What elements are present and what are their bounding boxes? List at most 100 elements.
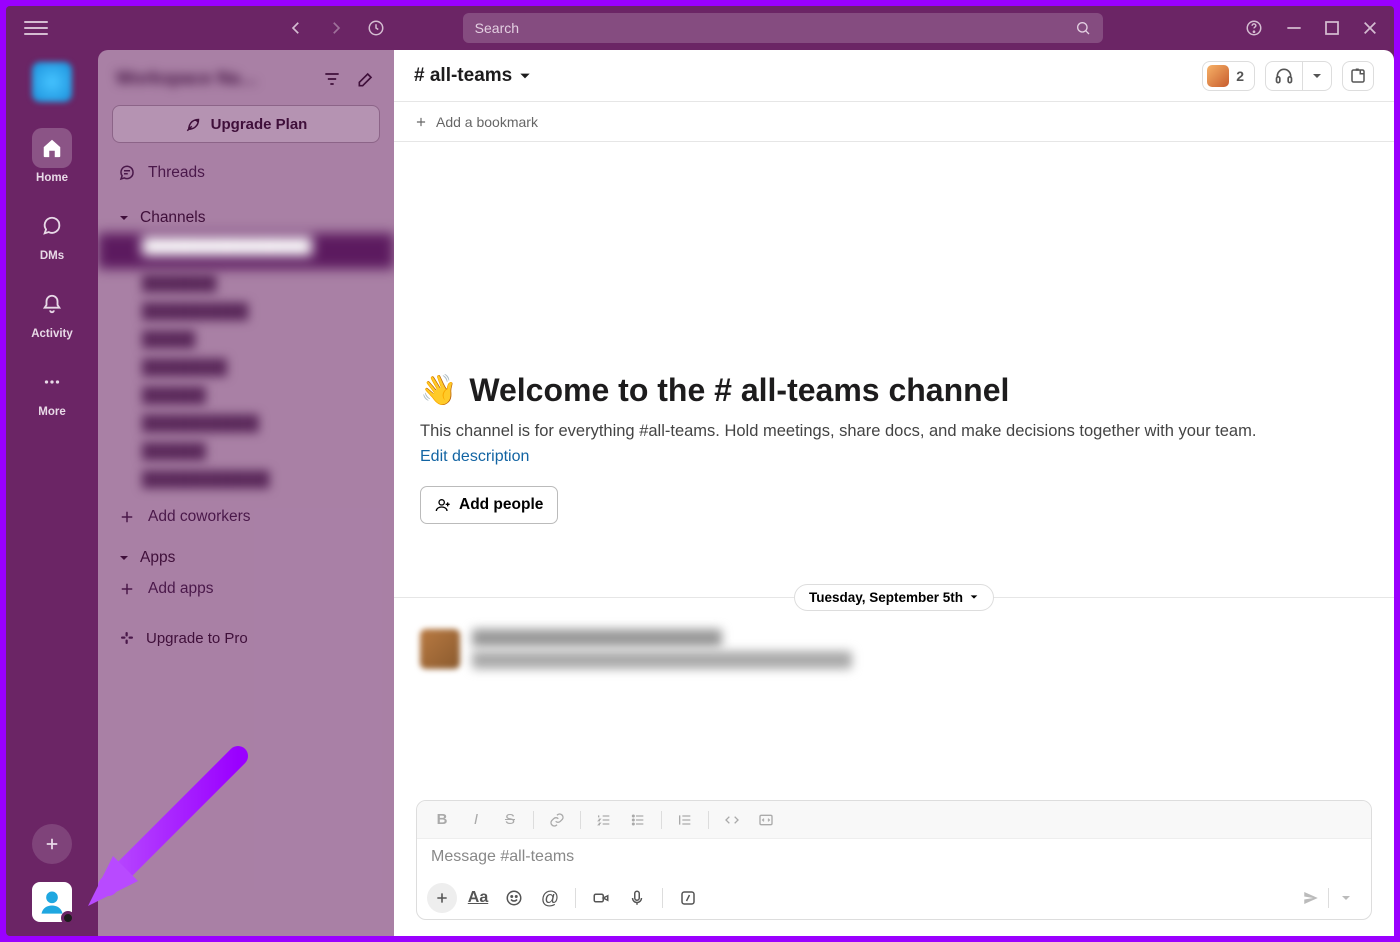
presence-indicator [61, 911, 75, 925]
channel-item[interactable]: ███████ [98, 269, 394, 297]
shortcuts-button[interactable] [673, 883, 703, 913]
window-close-button[interactable] [1362, 20, 1378, 36]
upgrade-plan-button[interactable]: Upgrade Plan [112, 105, 380, 143]
date-jump-button[interactable]: Tuesday, September 5th [794, 584, 994, 611]
channel-item[interactable]: ██████ [98, 437, 394, 465]
audio-button[interactable] [622, 883, 652, 913]
attach-button[interactable] [427, 883, 457, 913]
filter-icon[interactable] [322, 69, 342, 89]
rail-home[interactable]: Home [6, 120, 98, 192]
help-button[interactable] [1240, 14, 1268, 42]
chevron-down-icon [1311, 70, 1323, 82]
canvas-icon [1349, 67, 1367, 85]
channels-section-toggle[interactable]: Channels [98, 203, 394, 233]
main-menu-button[interactable] [24, 16, 48, 40]
edit-description-link[interactable]: Edit description [420, 448, 529, 466]
add-bookmark-button[interactable]: Add a bookmark [394, 102, 1394, 142]
huddle-button[interactable] [1265, 61, 1332, 91]
user-avatar-button[interactable] [32, 882, 72, 922]
date-label: Tuesday, September 5th [809, 590, 963, 605]
headphones-icon [1274, 66, 1294, 86]
codeblock-button[interactable] [751, 806, 781, 834]
welcome-block: 👋 Welcome to the # all-teams channel Thi… [394, 142, 1394, 554]
search-input[interactable] [475, 20, 1075, 36]
titlebar [6, 6, 1394, 50]
code-button[interactable] [717, 806, 747, 834]
channel-item-selected[interactable]: ████████████████ [98, 233, 394, 269]
search-box[interactable] [463, 13, 1103, 43]
rail-more-label: More [38, 406, 65, 418]
workspace-switcher[interactable] [32, 62, 72, 102]
search-icon [1075, 20, 1091, 36]
link-button[interactable] [542, 806, 572, 834]
window-minimize-button[interactable] [1286, 20, 1302, 36]
format-toggle-button[interactable]: Aa [463, 883, 493, 913]
main-content: # all-teams 2 [394, 50, 1394, 936]
channel-item[interactable]: ███████████ [98, 409, 394, 437]
channel-item[interactable]: ██████ [98, 381, 394, 409]
create-new-button[interactable] [32, 824, 72, 864]
workspace-name[interactable]: Workspace Na… [116, 68, 258, 89]
video-button[interactable] [586, 883, 616, 913]
send-button[interactable] [1296, 883, 1326, 913]
add-bookmark-label: Add a bookmark [436, 114, 538, 130]
history-button[interactable] [362, 14, 390, 42]
mention-button[interactable]: @ [535, 883, 565, 913]
channel-title-button[interactable]: # all-teams [414, 65, 532, 87]
channel-item[interactable]: ████████ [98, 353, 394, 381]
caret-down-icon [118, 212, 130, 224]
workspace-rail: Home DMs Activity More [6, 50, 98, 936]
apps-section-toggle[interactable]: Apps [98, 543, 394, 573]
add-apps-label: Add apps [148, 580, 214, 598]
threads-icon [118, 164, 136, 182]
format-toolbar: B I S [417, 801, 1371, 839]
rail-more[interactable]: More [6, 354, 98, 426]
emoji-button[interactable] [499, 883, 529, 913]
add-people-button[interactable]: Add people [420, 486, 558, 524]
add-apps-item[interactable]: Add apps [98, 573, 394, 605]
message-sender [472, 629, 722, 647]
history-back-button[interactable] [282, 14, 310, 42]
ordered-list-button[interactable] [589, 806, 619, 834]
add-coworkers-label: Add coworkers [148, 508, 251, 526]
channel-name: # all-teams [414, 65, 512, 87]
wave-icon: 👋 [420, 373, 457, 408]
channel-members-button[interactable]: 2 [1202, 61, 1255, 91]
plus-icon [118, 580, 136, 598]
threads-item[interactable]: Threads [98, 157, 394, 189]
compose-icon[interactable] [356, 69, 376, 89]
rail-dms-label: DMs [40, 250, 64, 262]
date-divider: Tuesday, September 5th [394, 584, 1394, 611]
rail-home-label: Home [36, 172, 68, 184]
channel-header: # all-teams 2 [394, 50, 1394, 102]
rail-dms[interactable]: DMs [6, 198, 98, 270]
blockquote-button[interactable] [670, 806, 700, 834]
bold-button[interactable]: B [427, 806, 457, 834]
rocket-icon [185, 115, 203, 133]
canvas-button[interactable] [1342, 61, 1374, 91]
upgrade-to-pro-item[interactable]: Upgrade to Pro [98, 621, 394, 655]
message-row[interactable] [394, 625, 1394, 673]
strikethrough-button[interactable]: S [495, 806, 525, 834]
channel-item[interactable]: ████████████ [98, 465, 394, 493]
add-coworkers-item[interactable]: Add coworkers [98, 501, 394, 533]
bullet-list-button[interactable] [623, 806, 653, 834]
history-forward-button[interactable] [322, 14, 350, 42]
channel-description: This channel is for everything #all-team… [420, 419, 1368, 444]
window-maximize-button[interactable] [1324, 20, 1340, 36]
threads-label: Threads [148, 164, 205, 182]
member-count: 2 [1236, 68, 1244, 84]
plus-icon [118, 508, 136, 526]
member-avatar [1207, 65, 1229, 87]
channel-item[interactable]: ██████████ [98, 297, 394, 325]
upgrade-to-pro-label: Upgrade to Pro [146, 630, 248, 647]
rail-activity[interactable]: Activity [6, 276, 98, 348]
caret-down-icon [118, 552, 130, 564]
channels-label: Channels [140, 209, 206, 227]
composer-input[interactable]: Message #all-teams [417, 839, 1371, 877]
channel-item[interactable]: █████ [98, 325, 394, 353]
send-options-button[interactable] [1331, 883, 1361, 913]
rail-activity-label: Activity [31, 328, 73, 340]
channel-sidebar: Workspace Na… Upgrade Plan Threads Chann… [98, 50, 394, 936]
italic-button[interactable]: I [461, 806, 491, 834]
